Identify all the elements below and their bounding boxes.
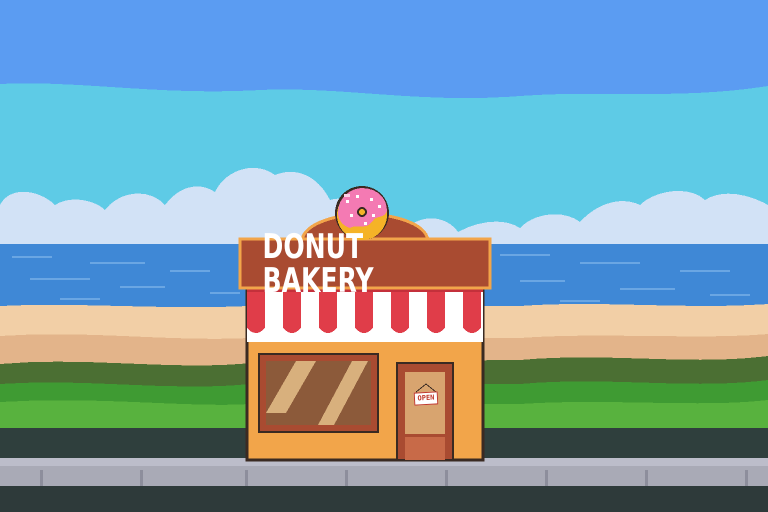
- door-panel: [405, 437, 445, 460]
- shop-sign-title: DONUT BAKERY: [262, 227, 374, 301]
- road: [0, 486, 768, 512]
- door-open-sign: OPEN: [413, 391, 439, 406]
